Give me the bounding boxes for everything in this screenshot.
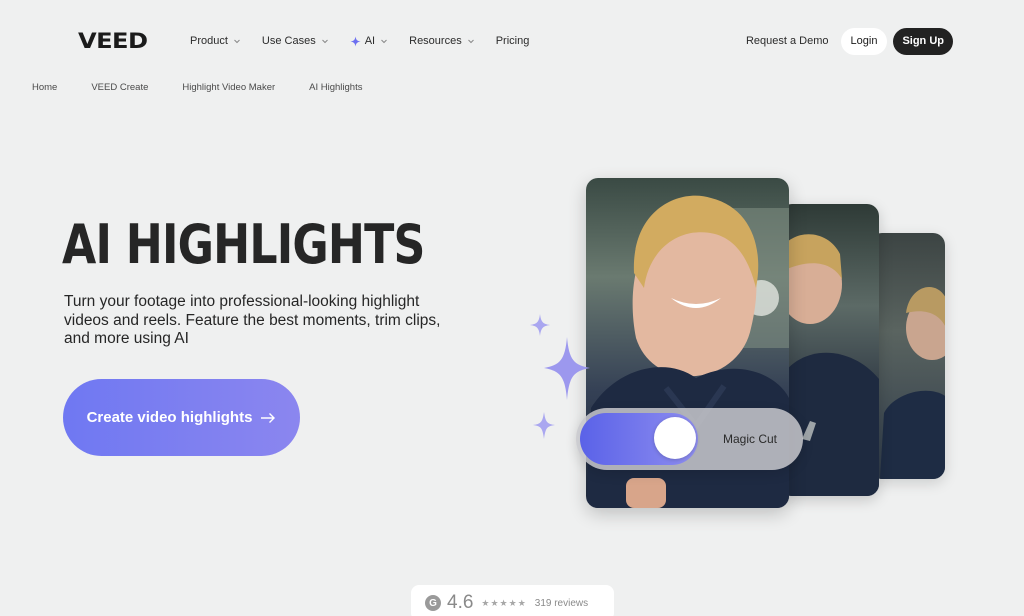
page-title: AI HIGHLIGHTS	[62, 213, 425, 276]
menu-item-label: AI	[364, 35, 376, 47]
person-photo	[880, 287, 945, 479]
rating-badge[interactable]: G 4.6 ★★★★★ 319 reviews	[411, 585, 614, 616]
chevron-down-icon	[467, 39, 474, 44]
star-rating-icon: ★★★★★	[481, 597, 527, 608]
breadcrumb: Home VEED Create Highlight Video Maker A…	[32, 82, 396, 93]
g2-logo-icon: G	[425, 595, 441, 611]
chevron-down-icon	[321, 39, 328, 44]
video-thumbnail-back	[870, 233, 945, 479]
sparkle-icon	[350, 35, 361, 47]
menu-item-resources[interactable]: Resources	[409, 35, 475, 47]
chevron-down-icon	[234, 39, 240, 44]
toggle-knob[interactable]	[654, 417, 696, 459]
menu-item-ai[interactable]: AI	[350, 35, 388, 47]
main-menu: Product Use Cases AI Resources Pricing	[190, 35, 550, 47]
arrow-right-icon	[261, 412, 276, 423]
review-count: 319 reviews	[534, 597, 589, 609]
toggle-label: Magic Cut	[723, 432, 778, 446]
cta-label: Create video highlights	[86, 409, 253, 426]
menu-item-label: Pricing	[495, 35, 530, 47]
create-video-highlights-button[interactable]: Create video highlights	[63, 379, 300, 456]
breadcrumb-veed-create[interactable]: VEED Create	[91, 82, 148, 93]
hero-subtitle: Turn your footage into professional-look…	[64, 293, 441, 347]
menu-item-label: Resources	[409, 35, 462, 47]
request-demo-link[interactable]: Request a Demo	[746, 35, 829, 47]
menu-item-label: Product	[190, 35, 228, 47]
menu-item-use-cases[interactable]: Use Cases	[262, 35, 329, 47]
breadcrumb-ai-highlights[interactable]: AI Highlights	[309, 82, 362, 93]
magic-cut-toggle[interactable]: Magic Cut	[576, 408, 803, 470]
menu-item-product[interactable]: Product	[190, 35, 241, 47]
rating-score: 4.6	[447, 592, 474, 613]
top-nav: VEED Product Use Cases AI Resources Pric…	[64, 16, 964, 66]
login-button[interactable]: Login	[840, 27, 888, 55]
menu-item-pricing[interactable]: Pricing	[496, 35, 530, 47]
breadcrumb-home[interactable]: Home	[32, 82, 57, 93]
veed-logo[interactable]: VEED	[78, 29, 188, 53]
nav-actions: Request a Demo Login Sign Up	[746, 27, 964, 55]
chevron-down-icon	[381, 39, 387, 44]
menu-item-label: Use Cases	[261, 35, 316, 47]
signup-button[interactable]: Sign Up	[893, 27, 953, 55]
breadcrumb-highlight-video-maker[interactable]: Highlight Video Maker	[182, 82, 275, 93]
